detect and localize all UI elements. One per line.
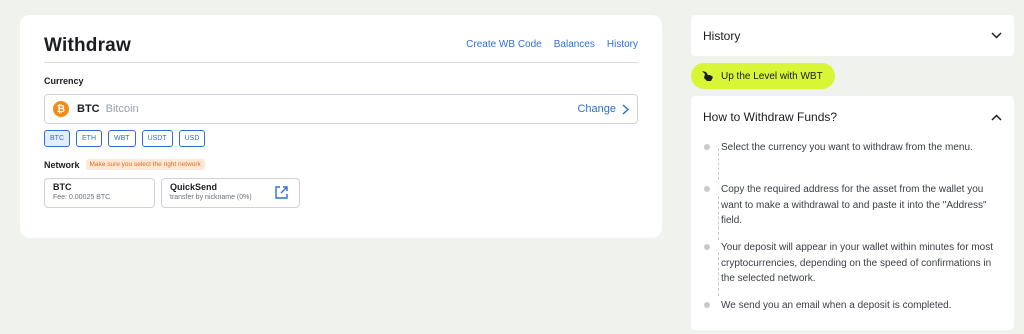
bullet [704,302,710,308]
bullet [704,144,710,150]
how-to-withdraw-panel: How to Withdraw Funds? Select the curren… [691,96,1014,330]
divider [44,62,638,63]
network-name: BTC [53,182,72,192]
top-links: Create WB Code Balances History [466,39,638,50]
chip-usd[interactable]: USD [178,130,206,147]
change-label: Change [577,103,616,115]
currency-code: BTC [77,103,100,115]
network-label: Network [44,159,80,170]
howto-title: How to Withdraw Funds? [703,110,838,124]
chevron-up-icon [991,113,1002,121]
wbt-promo-button[interactable]: Up the Level with WBT [691,63,835,89]
network-warning-badge: Make sure you select the right network [85,159,205,170]
network-fee: Fee: 0.00025 BTC [53,194,111,201]
bitcoin-icon: ₿ [53,101,69,117]
network-option-quicksend[interactable]: QuickSend transfer by nickname (0%) [161,178,300,208]
currency-label: Currency [44,76,84,86]
chip-wbt[interactable]: WBT [108,130,136,147]
step-text: Copy the required address for the asset … [721,184,987,226]
network-name: QuickSend [170,182,218,192]
bull-icon [702,71,713,81]
change-button[interactable]: Change [577,103,629,115]
balances-link[interactable]: Balances [554,39,595,50]
currency-chips: BTC ETH WBT USDT USD [44,130,206,147]
network-fee: transfer by nickname (0%) [170,194,252,201]
promo-label: Up the Level with WBT [721,70,823,82]
howto-header[interactable]: How to Withdraw Funds? [703,110,1002,124]
history-accordion[interactable]: History [691,15,1014,56]
list-item: Your deposit will appear in your wallet … [703,240,994,287]
list-item: Copy the required address for the asset … [703,182,994,229]
list-item: Select the currency you want to withdraw… [703,140,994,156]
chevron-right-icon [622,103,629,115]
currency-select[interactable]: ₿ BTC Bitcoin Change [44,94,638,124]
history-link[interactable]: History [607,39,638,50]
network-row: Network Make sure you select the right n… [44,159,205,170]
chip-usdt[interactable]: USDT [141,130,173,147]
chevron-down-icon [991,32,1002,39]
create-wb-code-link[interactable]: Create WB Code [466,39,542,50]
chip-btc[interactable]: BTC [44,130,70,147]
bullet [704,186,710,192]
network-option-btc[interactable]: BTC Fee: 0.00025 BTC [44,178,155,208]
currency-name: Bitcoin [105,103,139,115]
chip-eth[interactable]: ETH [76,130,102,147]
step-text: Select the currency you want to withdraw… [721,142,973,153]
page-title: Withdraw [44,35,131,56]
external-link-icon[interactable] [274,185,289,200]
list-item: We send you an email when a deposit is c… [703,298,994,314]
step-text: We send you an email when a deposit is c… [721,300,952,311]
history-title: History [703,28,741,43]
withdraw-card: Withdraw Create WB Code Balances History… [20,15,662,238]
bullet [704,244,710,250]
step-text: Your deposit will appear in your wallet … [721,242,993,284]
